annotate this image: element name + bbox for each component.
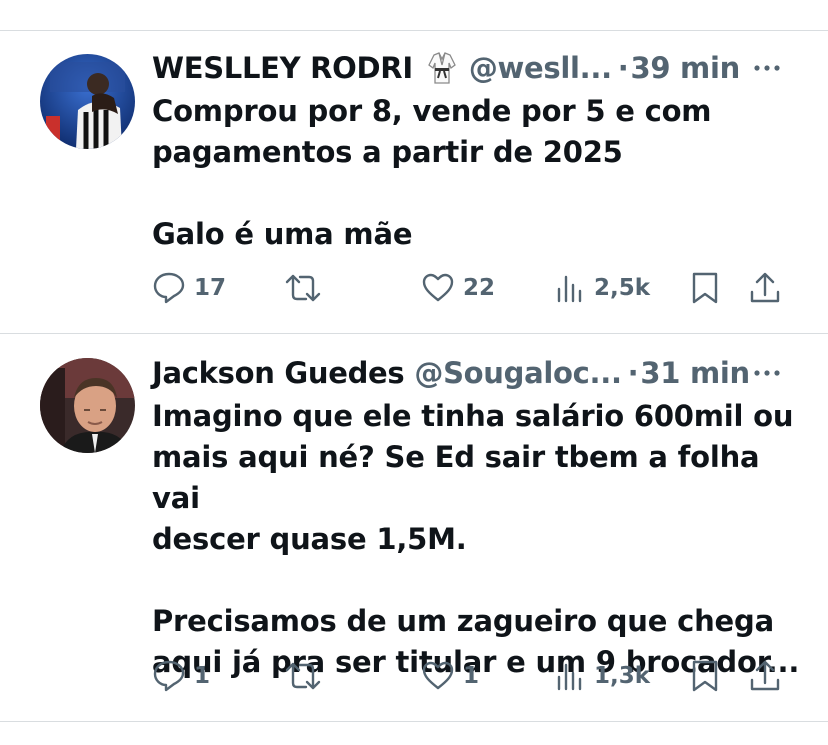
retweet-icon[interactable] (248, 0, 278, 8)
reply-icon[interactable] (110, 0, 140, 8)
tweet-text-line: Galo é uma mãe (152, 217, 413, 251)
more-icon[interactable] (752, 63, 782, 73)
retweet-button[interactable] (284, 271, 330, 305)
timestamp[interactable]: 31 min (640, 356, 750, 390)
tweet-text-line: Precisamos de um zagueiro que chega (152, 604, 774, 638)
heart-icon[interactable] (398, 0, 428, 8)
tweet[interactable]: Jackson Guedes @Sougaloc... · 31 min Ima… (0, 334, 828, 720)
views-button[interactable]: 1,3k (556, 659, 650, 693)
tweet-text-line: Imagino que ele tinha salário 600mil ou (152, 399, 794, 433)
handle[interactable]: @wesll... (469, 51, 612, 85)
views-icon (557, 275, 582, 303)
share-icon[interactable] (695, 0, 725, 8)
retweet-icon (285, 662, 321, 690)
reply-button[interactable]: 1 (152, 659, 210, 693)
tweet-actions: 17 22 2,5k (0, 271, 828, 311)
like-count: 1 (463, 663, 480, 689)
tweet-text-line: pagamentos a partir de 2025 (152, 135, 623, 169)
heart-icon (422, 273, 454, 302)
bookmark-icon (692, 660, 718, 692)
reply-icon (153, 660, 185, 692)
like-button[interactable]: 1 (421, 659, 479, 693)
tweet-text: Comprou por 8, vende por 5 e com pagamen… (152, 91, 812, 255)
reply-count: 17 (194, 275, 227, 301)
tweet-text: Imagino que ele tinha salário 600mil ou … (152, 396, 812, 683)
bookmark-icon (692, 272, 718, 304)
divider (0, 721, 828, 722)
tweet-header: WESLLEY RODRI @wesll... · 39 min (152, 48, 740, 88)
views-icon (557, 663, 582, 691)
reply-icon (153, 272, 185, 304)
like-count: 22 (463, 275, 496, 301)
reply-button[interactable]: 17 (152, 271, 226, 305)
retweet-icon (285, 274, 321, 302)
like-button[interactable]: 22 (421, 271, 495, 305)
more-icon[interactable] (752, 368, 782, 378)
separator: · (627, 356, 639, 390)
bookmark-icon[interactable] (544, 0, 574, 8)
tweet-text-line: Comprou por 8, vende por 5 e com (152, 94, 712, 128)
tweet-text-line: mais aqui né? Se Ed sair tbem a folha va… (152, 440, 760, 515)
karate-gi-icon (428, 52, 456, 84)
share-icon (750, 660, 780, 691)
tweet-header: Jackson Guedes @Sougaloc... · 31 min (152, 353, 750, 393)
bookmark-button[interactable] (690, 271, 720, 305)
display-name[interactable]: Jackson Guedes (152, 356, 405, 390)
share-button[interactable] (748, 659, 782, 693)
handle[interactable]: @Sougaloc... (414, 356, 622, 390)
tweet[interactable]: WESLLEY RODRI @wesll... · 39 min Comprou… (0, 31, 828, 333)
bookmark-button[interactable] (690, 659, 720, 693)
timestamp[interactable]: 39 min (631, 51, 741, 85)
separator: · (617, 51, 629, 85)
reply-count: 1 (194, 663, 211, 689)
heart-icon (422, 661, 454, 690)
avatar[interactable] (40, 358, 135, 453)
share-button[interactable] (748, 271, 782, 305)
views-count: 2,5k (594, 275, 651, 301)
retweet-button[interactable] (284, 659, 330, 693)
share-icon (750, 272, 780, 303)
tweet-text-line: descer quase 1,5M. (152, 522, 467, 556)
views-button[interactable]: 2,5k (556, 271, 650, 305)
tweet-actions: 1 1 1,3k (0, 659, 828, 699)
avatar[interactable] (40, 54, 135, 149)
previous-tweet-actions (0, 0, 828, 30)
views-count: 1,3k (594, 663, 651, 689)
display-name[interactable]: WESLLEY RODRI (152, 51, 413, 85)
